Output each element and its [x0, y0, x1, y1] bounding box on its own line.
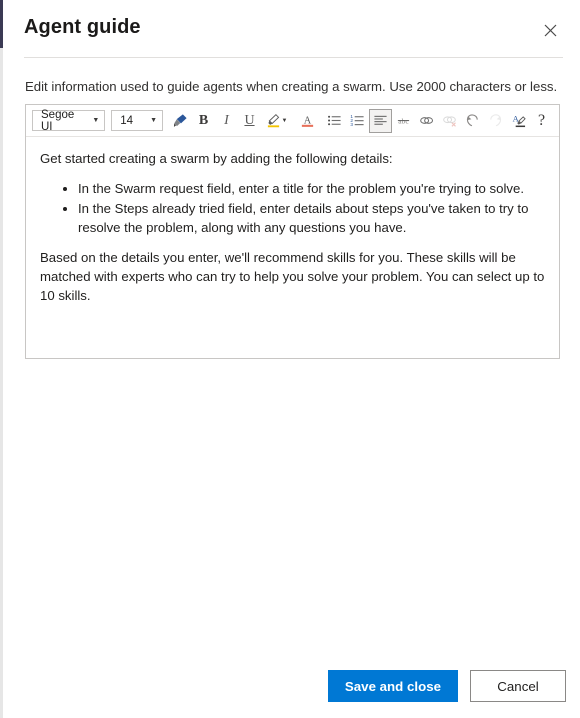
font-size-select[interactable]: 14 ▼ — [111, 110, 163, 131]
cancel-button[interactable]: Cancel — [470, 670, 566, 702]
svg-text:3: 3 — [350, 122, 353, 127]
format-painter-icon — [173, 114, 187, 127]
font-family-value: Segoe UI — [41, 108, 75, 133]
editor-intro-paragraph: Get started creating a swarm by adding t… — [40, 151, 393, 166]
bulleted-list-button[interactable] — [323, 109, 346, 133]
insert-link-button[interactable] — [415, 109, 438, 133]
svg-text:A: A — [304, 115, 312, 126]
help-button[interactable]: ? — [530, 109, 553, 133]
undo-button[interactable] — [461, 109, 484, 133]
agent-guide-dialog: Agent guide Edit information used to gui… — [3, 0, 580, 718]
italic-button[interactable]: I — [215, 109, 238, 133]
font-family-select[interactable]: Segoe UI ▼ — [32, 108, 106, 133]
dialog-footer: Save and close Cancel — [3, 658, 580, 718]
chevron-down-icon: ▼ — [92, 117, 100, 124]
rich-text-editor: Segoe UI ▼ 14 ▼ B I U ▼ A 1 2 3 abc A ? … — [25, 104, 560, 359]
bulleted-list-icon — [328, 115, 341, 126]
align-left-icon — [374, 115, 387, 125]
redo-button[interactable] — [484, 109, 507, 133]
underline-button[interactable]: U — [238, 109, 261, 133]
dialog-header: Agent guide — [3, 0, 580, 58]
header-divider — [24, 57, 563, 58]
remove-link-button[interactable] — [438, 109, 461, 133]
undo-icon — [466, 114, 478, 127]
remove-link-icon — [443, 116, 456, 127]
editor-outro-paragraph: Based on the details you enter, we'll re… — [40, 250, 545, 303]
chevron-down-icon: ▼ — [150, 117, 157, 124]
strikethrough-button[interactable]: abc — [392, 109, 415, 133]
clear-formatting-icon: A — [513, 113, 526, 128]
font-color-button[interactable]: A — [292, 109, 323, 133]
format-painter-button[interactable] — [169, 109, 192, 133]
editor-content-area[interactable]: Get started creating a swarm by adding t… — [26, 137, 559, 357]
insert-link-icon — [420, 117, 434, 124]
align-left-button[interactable] — [369, 108, 392, 133]
highlight-color-icon — [267, 114, 279, 128]
list-item: In the Swarm request field, enter a titl… — [78, 179, 545, 198]
numbered-list-icon: 1 2 3 — [350, 114, 364, 127]
redo-icon — [490, 114, 502, 127]
chevron-down-icon: ▼ — [281, 117, 288, 124]
bold-button[interactable]: B — [192, 109, 215, 133]
italic-icon: I — [224, 112, 229, 128]
numbered-list-button[interactable]: 1 2 3 — [346, 109, 369, 133]
list-item: In the Steps already tried field, enter … — [78, 199, 545, 237]
bold-icon: B — [198, 112, 209, 128]
page-title: Agent guide — [24, 16, 141, 38]
underline-icon: U — [244, 112, 255, 128]
editor-toolbar: Segoe UI ▼ 14 ▼ B I U ▼ A 1 2 3 abc A ? — [26, 105, 559, 137]
clear-formatting-button[interactable]: A — [507, 109, 530, 133]
highlight-color-button[interactable]: ▼ — [261, 109, 292, 133]
close-button[interactable] — [534, 14, 566, 46]
close-icon — [544, 24, 556, 36]
dialog-description: Edit information used to guide agents wh… — [25, 79, 558, 94]
font-size-value: 14 — [120, 114, 134, 127]
help-icon: ? — [537, 111, 546, 129]
font-color-icon: A — [301, 115, 314, 127]
strikethrough-icon: abc — [397, 116, 409, 125]
editor-bullet-list: In the Swarm request field, enter a titl… — [40, 179, 545, 237]
save-and-close-button[interactable]: Save and close — [327, 670, 458, 702]
